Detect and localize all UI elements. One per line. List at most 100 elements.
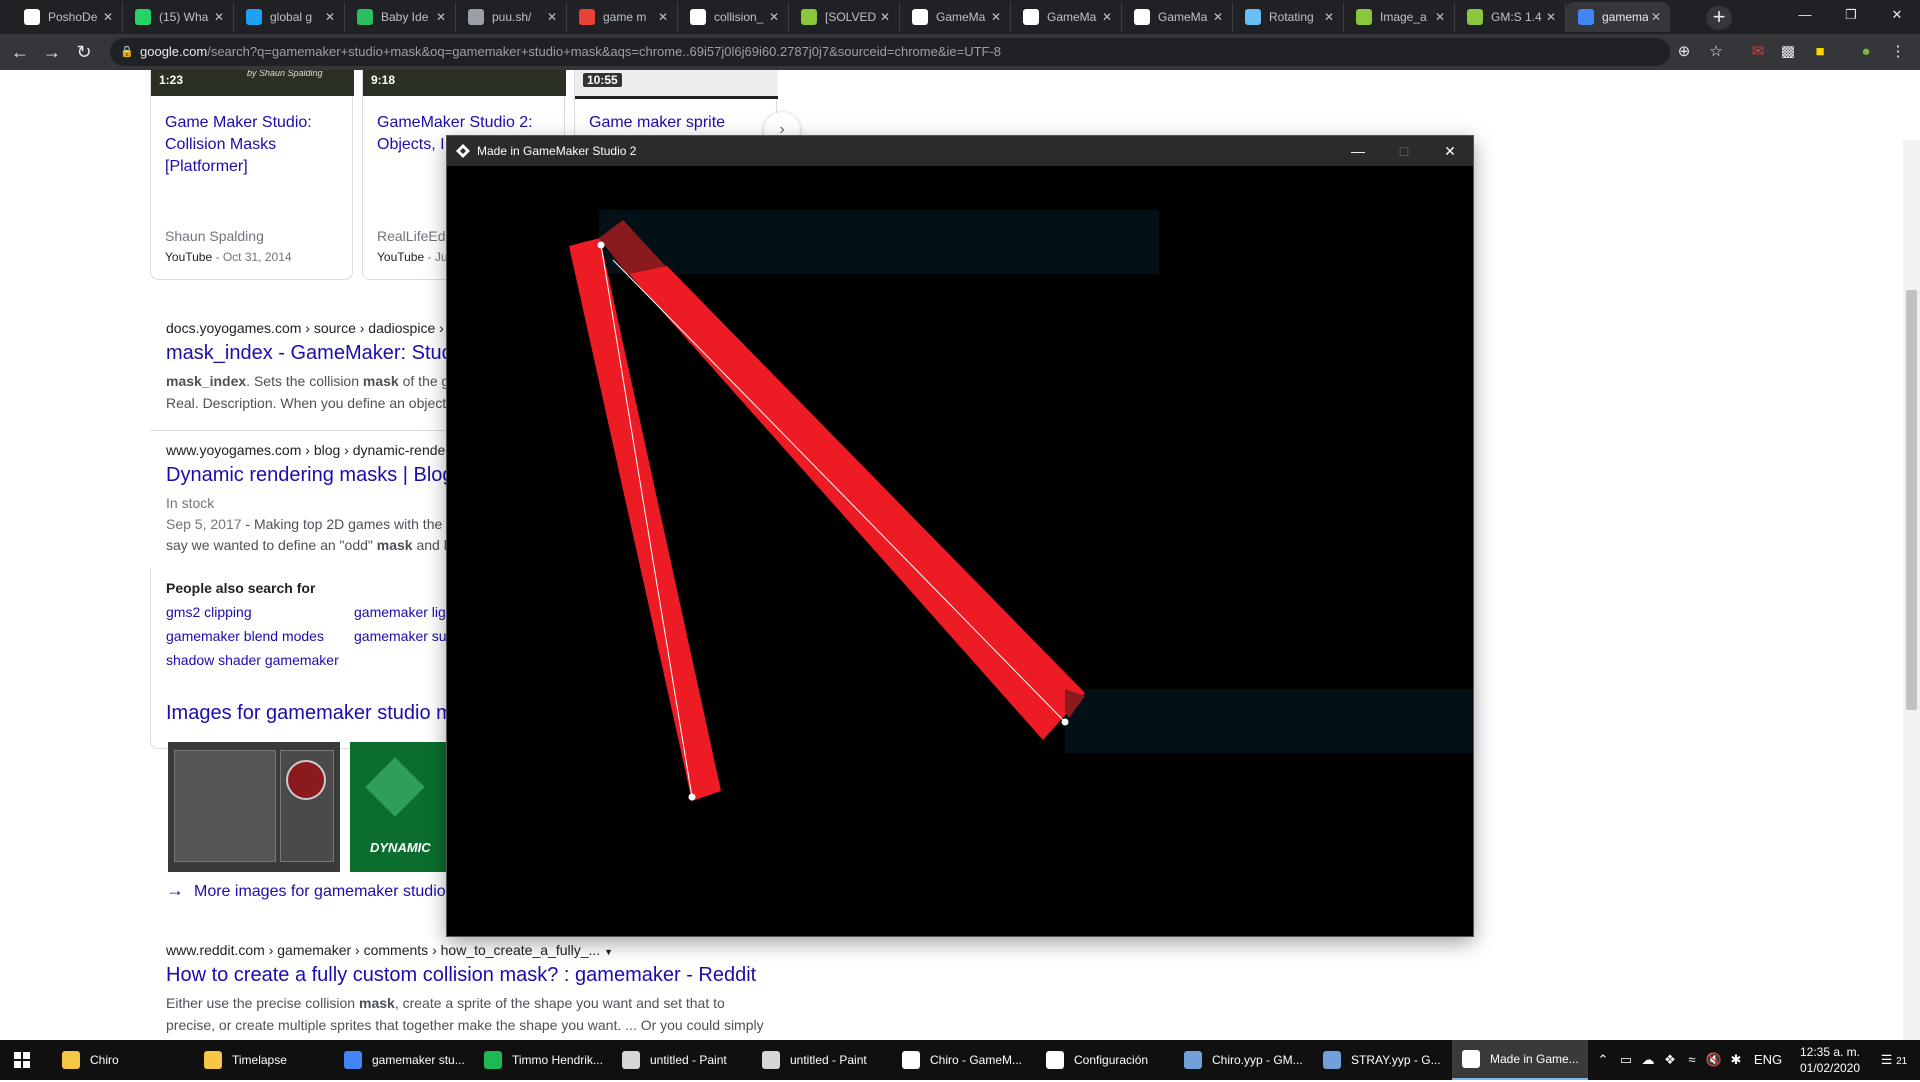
browser-tab[interactable]: GM:S 1.4 ✕ [1455,2,1566,32]
result-title[interactable]: How to create a fully custom collision m… [166,964,756,987]
volume-muted-icon[interactable]: 🔇 [1704,1040,1724,1080]
browser-tab[interactable]: collision_ ✕ [678,2,789,32]
browser-tab[interactable]: [SOLVED ✕ [789,2,900,32]
browser-tab[interactable]: Rotating ✕ [1233,2,1344,32]
tab-close-icon[interactable]: ✕ [211,10,227,24]
tab-close-icon[interactable]: ✕ [100,10,116,24]
tab-close-icon[interactable]: ✕ [1321,10,1337,24]
video-card[interactable]: 1:23 by Shaun Spalding Game Maker Studio… [150,70,354,280]
browser-tab[interactable]: puu.sh/ ✕ [456,2,567,32]
game-canvas[interactable] [447,166,1473,936]
tab-title: [SOLVED [825,10,877,24]
github-icon [24,9,40,25]
taskbar-app-button[interactable]: Configuración [1036,1040,1170,1080]
back-icon[interactable]: ← [8,40,32,64]
onedrive-icon[interactable]: ☁ [1638,1040,1658,1080]
tab-close-icon[interactable]: ✕ [1210,10,1226,24]
result-title[interactable]: mask_index - GameMaker: Stud [166,342,453,365]
start-button[interactable] [0,1040,46,1080]
taskbar-app-button[interactable]: gamemaker stu... [334,1040,470,1080]
video-title[interactable]: Game Maker Studio: Collision Masks [Plat… [165,112,345,178]
wifi-icon[interactable]: ≈ [1682,1040,1702,1080]
tab-close-icon[interactable]: ✕ [322,10,338,24]
extension-icon[interactable]: ■ [1810,42,1830,62]
related-search-link[interactable]: gamemaker lig [354,604,446,620]
endpoint-handle[interactable] [597,241,605,249]
people-also-search-heading: People also search for [166,580,316,596]
browser-tab[interactable]: global g ✕ [234,2,345,32]
tray-overflow-icon[interactable]: ⌃ [1594,1040,1612,1080]
taskbar-app-button[interactable]: Made in Game... [1452,1040,1588,1080]
action-center-button[interactable]: ☰ 21 [1874,1040,1914,1080]
result-title[interactable]: Dynamic rendering masks | Blog [166,464,454,487]
scrollbar-thumb[interactable] [1906,290,1917,710]
related-search-link[interactable]: gms2 clipping [166,604,252,620]
bookmark-star-icon[interactable]: ☆ [1706,42,1726,62]
game-close-button[interactable]: ✕ [1427,136,1473,166]
dropbox-icon[interactable]: ❖ [1660,1040,1680,1080]
page-scrollbar[interactable] [1903,140,1920,1040]
menu-kebab-icon[interactable]: ⋮ [1888,42,1908,62]
clock[interactable]: 12:35 a. m. 01/02/2020 [1792,1044,1868,1076]
tab-close-icon[interactable]: ✕ [988,10,1004,24]
pocket-icon[interactable]: ▩ [1778,42,1798,62]
language-indicator[interactable]: ENG [1750,1040,1786,1080]
battery-icon[interactable]: ▭ [1616,1040,1636,1080]
address-bar[interactable]: 🔒 google.com/search?q=gamemaker+studio+m… [110,38,1670,66]
tab-close-icon[interactable]: ✕ [766,10,782,24]
profile-avatar-icon[interactable]: ● [1856,42,1876,62]
game-maximize-button[interactable]: □ [1381,136,1427,166]
browser-tab[interactable]: GameMa ✕ [1011,2,1122,32]
image-thumbnail[interactable] [168,742,340,872]
browser-tab[interactable]: (15) Wha ✕ [123,2,234,32]
taskbar-app-button[interactable]: Timelapse [194,1040,330,1080]
taskbar-app-button[interactable]: untitled - Paint [752,1040,888,1080]
taskbar-app-button[interactable]: STRAY.yyp - G... [1313,1040,1449,1080]
game-window[interactable]: Made in GameMaker Studio 2 — □ ✕ [447,136,1473,936]
endpoint-handle[interactable] [1061,718,1069,726]
bluetooth-icon[interactable]: ✱ [1726,1040,1746,1080]
endpoint-handle[interactable] [688,793,696,801]
taskbar-app-button[interactable]: Chiro.yyp - GM... [1174,1040,1310,1080]
taskbar-app-button[interactable]: Timmo Hendrik... [474,1040,608,1080]
tab-close-icon[interactable]: ✕ [1543,10,1559,24]
related-search-link[interactable]: gamemaker blend modes [166,628,324,644]
tab-close-icon[interactable]: ✕ [655,10,671,24]
location-icon[interactable]: ⊕ [1674,42,1694,62]
tab-close-icon[interactable]: ✕ [1099,10,1115,24]
url-host: google.com [140,44,208,59]
taskbar-app-button[interactable]: Chiro - GameM... [892,1040,1032,1080]
forward-icon[interactable]: → [40,40,64,64]
taskbar-app-button[interactable]: Chiro [52,1040,190,1080]
browser-tab[interactable]: game m ✕ [567,2,678,32]
game-window-titlebar[interactable]: Made in GameMaker Studio 2 — □ ✕ [447,136,1473,166]
images-heading[interactable]: Images for gamemaker studio m [166,702,453,725]
video-title[interactable]: Game maker sprite [589,112,769,134]
related-search-link[interactable]: gamemaker su [354,628,447,644]
browser-tab[interactable]: GameMa ✕ [900,2,1011,32]
new-tab-button[interactable]: + [1706,6,1732,30]
reload-icon[interactable]: ↻ [72,40,96,64]
dropdown-caret-icon[interactable]: ▼ [604,947,613,957]
browser-tab[interactable]: gamema ✕ [1566,2,1670,32]
tab-close-icon[interactable]: ✕ [544,10,560,24]
tab-close-icon[interactable]: ✕ [877,10,893,24]
whatsapp-icon [135,9,151,25]
close-window-button[interactable]: ✕ [1874,0,1920,30]
browser-tab[interactable]: Image_a ✕ [1344,2,1455,32]
tab-close-icon[interactable]: ✕ [1432,10,1448,24]
more-images-link[interactable]: → More images for gamemaker studio [166,880,446,901]
taskbar-app-button[interactable]: untitled - Paint [612,1040,748,1080]
tab-close-icon[interactable]: ✕ [1648,10,1664,24]
taskbar-app-label: untitled - Paint [790,1053,867,1067]
browser-tab[interactable]: PoshoDe ✕ [12,2,123,32]
minimize-button[interactable]: — [1782,0,1828,30]
game-minimize-button[interactable]: — [1335,136,1381,166]
browser-tab[interactable]: GameMa ✕ [1122,2,1233,32]
gmail-extension-icon[interactable]: ✉ [1748,42,1768,62]
tab-close-icon[interactable]: ✕ [433,10,449,24]
restore-button[interactable]: ❐ [1828,0,1874,30]
related-search-link[interactable]: shadow shader gamemaker [166,652,339,668]
browser-tab[interactable]: Baby Ide ✕ [345,2,456,32]
image-thumbnail[interactable]: DYNAMIC [350,742,448,872]
